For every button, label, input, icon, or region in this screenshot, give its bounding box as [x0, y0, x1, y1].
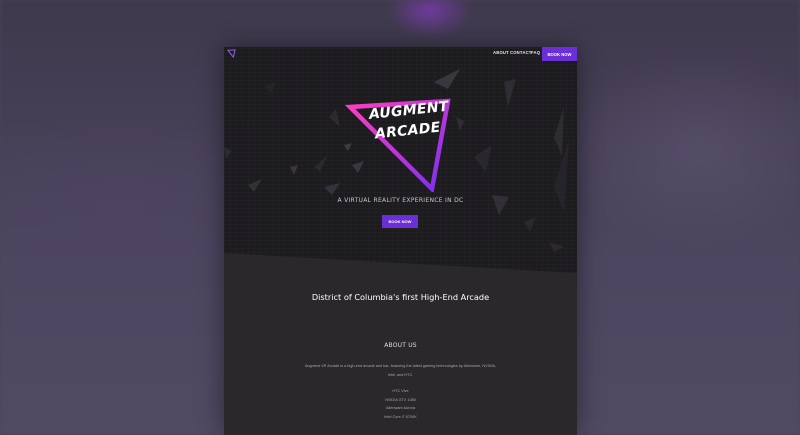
spec-item: HTC Vive [392, 389, 409, 393]
spec-item: Intel Core i7 6700K [384, 414, 417, 419]
hero-book-now-button[interactable]: BOOK NOW [382, 215, 418, 228]
spec-item: NVIDIA GTX 1080 [385, 397, 416, 402]
nav-book-now-button[interactable]: BOOK NOW [542, 47, 577, 61]
nav-link-about[interactable]: ABOUT [493, 50, 509, 55]
triangle-logo-icon[interactable] [227, 49, 236, 58]
hero-section: AUGMENT ARCADE A VIRTUAL REALITY EXPERIE… [224, 47, 577, 277]
spec-item: Alienware Aurora [386, 406, 415, 411]
hero-tagline: A VIRTUAL REALITY EXPERIENCE IN DC [337, 197, 464, 204]
about-us-heading: ABOUT US [384, 342, 417, 349]
nav-link-contact[interactable]: CONTACT [510, 50, 532, 55]
hardware-spec-list: HTC Vive NVIDIA GTX 1080 Alienware Auror… [224, 387, 577, 421]
about-us-description: Augment VR Arcade is a high-end arcade a… [304, 364, 497, 377]
website-preview: AUGMENT ARCADE A VIRTUAL REALITY EXPERIE… [224, 47, 577, 435]
nav-link-faq[interactable]: FAQ [531, 50, 540, 55]
top-navigation: ABOUT CONTACT FAQ BOOK NOW [224, 47, 577, 61]
section-headline: District of Columbia's first High-End Ar… [311, 292, 490, 302]
